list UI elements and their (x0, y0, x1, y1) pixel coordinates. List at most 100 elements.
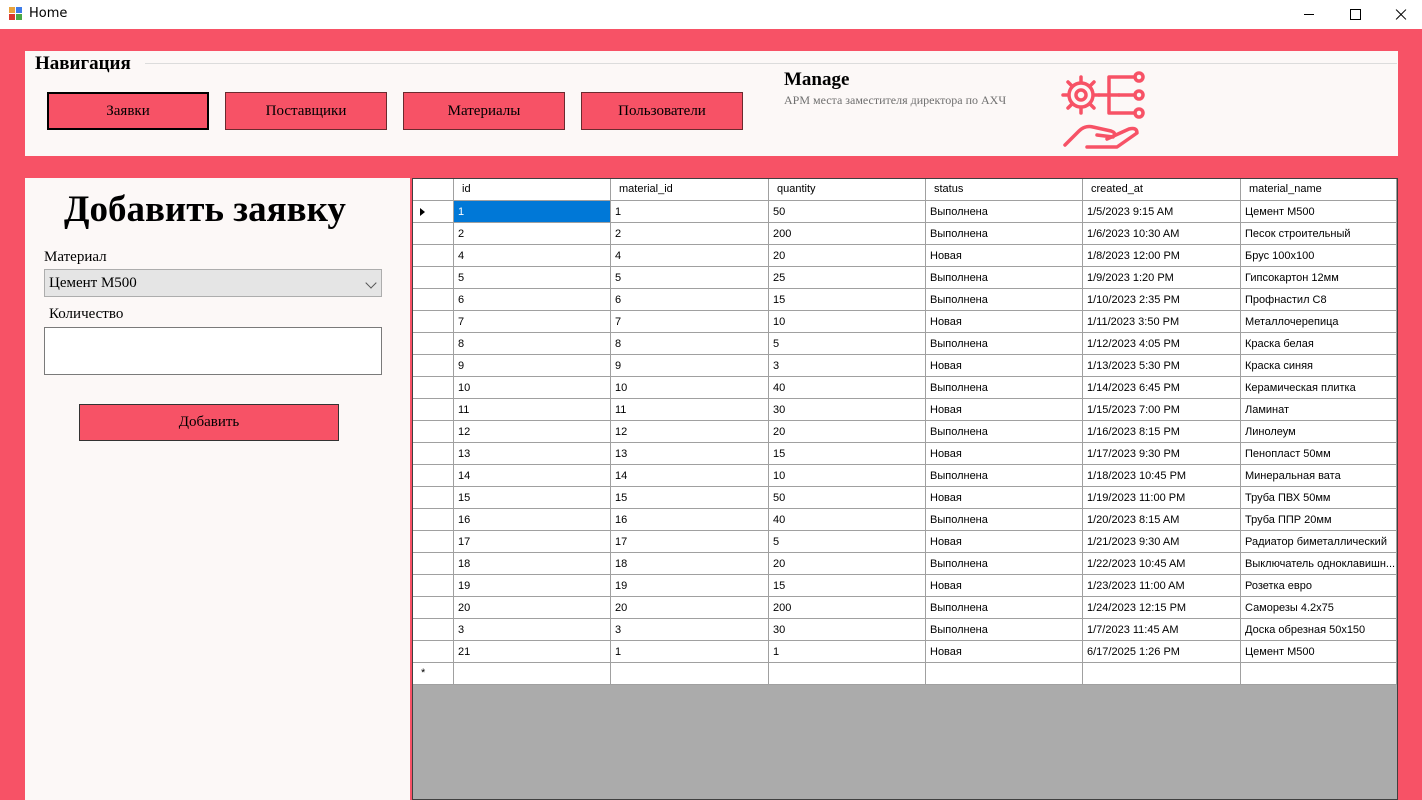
table-cell[interactable]: Минеральная вата (1241, 465, 1397, 487)
table-cell[interactable]: 3 (454, 619, 611, 641)
table-cell[interactable]: 4 (611, 245, 769, 267)
chevron-down-icon[interactable] (365, 277, 377, 289)
table-row[interactable]: 11 11 30 Новая 1/15/2023 7:00 PM Ламинат (413, 399, 1397, 421)
table-cell[interactable]: Доска обрезная 50х150 (1241, 619, 1397, 641)
table-cell[interactable]: Новая (926, 641, 1083, 663)
row-header[interactable] (413, 267, 454, 289)
requests-data-grid[interactable]: id material_id quantity status created_a… (412, 178, 1398, 800)
table-row[interactable]: 2 2 200 Выполнена 1/6/2023 10:30 AM Песок стр… (413, 223, 1397, 245)
table-cell[interactable]: Выполнена (926, 509, 1083, 531)
table-row[interactable]: 1 1 50 Выполнена 1/5/2023 9:15 AM Цемент М500 (413, 201, 1397, 223)
table-cell[interactable]: 12 (454, 421, 611, 443)
table-cell[interactable]: 10 (454, 377, 611, 399)
table-cell[interactable]: 5 (769, 333, 926, 355)
table-row[interactable]: 20 20 200 Выполнена 1/24/2023 12:15 PM Саморе… (413, 597, 1397, 619)
table-cell[interactable]: 14 (454, 465, 611, 487)
nav-button-materials[interactable]: Материалы (403, 92, 565, 130)
table-cell[interactable]: 200 (769, 597, 926, 619)
table-cell[interactable]: Выполнена (926, 223, 1083, 245)
table-cell[interactable]: 15 (611, 487, 769, 509)
table-cell[interactable]: 1 (769, 641, 926, 663)
table-cell[interactable]: 40 (769, 509, 926, 531)
table-row[interactable]: 4 4 20 Новая 1/8/2023 12:00 PM Брус 100х100 (413, 245, 1397, 267)
table-cell[interactable]: Новая (926, 443, 1083, 465)
table-cell[interactable]: Новая (926, 355, 1083, 377)
table-cell[interactable]: 7 (611, 311, 769, 333)
table-cell[interactable]: 4 (454, 245, 611, 267)
table-cell[interactable]: 11 (611, 399, 769, 421)
table-cell[interactable]: 2 (611, 223, 769, 245)
table-cell[interactable] (611, 663, 769, 685)
row-header[interactable] (413, 333, 454, 355)
table-cell[interactable] (1083, 663, 1241, 685)
table-cell[interactable]: 1/16/2023 8:15 PM (1083, 421, 1241, 443)
table-row[interactable]: 14 14 10 Выполнена 1/18/2023 10:45 PM Минерал… (413, 465, 1397, 487)
table-cell[interactable]: 15 (454, 487, 611, 509)
table-cell[interactable]: 14 (611, 465, 769, 487)
table-cell[interactable]: 15 (769, 575, 926, 597)
table-cell[interactable]: 9 (611, 355, 769, 377)
table-cell[interactable]: 17 (611, 531, 769, 553)
table-cell[interactable]: Новая (926, 245, 1083, 267)
row-header[interactable] (413, 597, 454, 619)
table-cell[interactable]: Гипсокартон 12мм (1241, 267, 1397, 289)
table-cell[interactable]: 1/9/2023 1:20 PM (1083, 267, 1241, 289)
table-cell[interactable]: 1/5/2023 9:15 AM (1083, 201, 1241, 223)
row-header[interactable] (413, 641, 454, 663)
table-cell[interactable] (926, 663, 1083, 685)
table-row[interactable]: 8 8 5 Выполнена 1/12/2023 4:05 PM Краска бела… (413, 333, 1397, 355)
table-cell[interactable]: 1/7/2023 11:45 AM (1083, 619, 1241, 641)
table-cell[interactable]: Труба ППР 20мм (1241, 509, 1397, 531)
table-row[interactable]: 18 18 20 Выполнена 1/22/2023 10:45 AM Выключа… (413, 553, 1397, 575)
table-cell[interactable]: Саморезы 4.2х75 (1241, 597, 1397, 619)
table-row[interactable]: 12 12 20 Выполнена 1/16/2023 8:15 PM Линолеум (413, 421, 1397, 443)
table-cell[interactable]: 1/14/2023 6:45 PM (1083, 377, 1241, 399)
table-cell[interactable]: 17 (454, 531, 611, 553)
table-cell[interactable]: Цемент М500 (1241, 201, 1397, 223)
table-cell[interactable]: 8 (454, 333, 611, 355)
table-cell[interactable]: 1/22/2023 10:45 AM (1083, 553, 1241, 575)
table-cell[interactable]: 8 (611, 333, 769, 355)
column-header-status[interactable]: status (926, 179, 1083, 201)
table-cell[interactable] (454, 663, 611, 685)
maximize-button[interactable] (1332, 0, 1378, 29)
table-cell[interactable]: 18 (611, 553, 769, 575)
table-cell[interactable]: Радиатор биметаллический (1241, 531, 1397, 553)
table-cell[interactable]: Труба ПВХ 50мм (1241, 487, 1397, 509)
table-cell[interactable]: 20 (769, 421, 926, 443)
table-cell[interactable]: Краска синяя (1241, 355, 1397, 377)
row-header[interactable] (413, 575, 454, 597)
table-cell[interactable]: Керамическая плитка (1241, 377, 1397, 399)
minimize-button[interactable] (1286, 0, 1332, 29)
table-cell[interactable]: Новая (926, 311, 1083, 333)
table-cell[interactable]: 6 (611, 289, 769, 311)
table-cell[interactable]: 20 (769, 245, 926, 267)
table-row[interactable]: 16 16 40 Выполнена 1/20/2023 8:15 AM Труба ПП… (413, 509, 1397, 531)
table-row[interactable]: 15 15 50 Новая 1/19/2023 11:00 PM Труба ПВХ 5… (413, 487, 1397, 509)
table-cell[interactable]: 50 (769, 201, 926, 223)
add-button[interactable]: Добавить (79, 404, 339, 441)
table-cell[interactable]: Выполнена (926, 421, 1083, 443)
table-cell[interactable]: 200 (769, 223, 926, 245)
table-cell[interactable]: 1/13/2023 5:30 PM (1083, 355, 1241, 377)
table-cell[interactable]: Выполнена (926, 267, 1083, 289)
table-cell[interactable]: Новая (926, 575, 1083, 597)
table-cell[interactable]: 19 (454, 575, 611, 597)
row-header[interactable] (413, 377, 454, 399)
table-cell[interactable] (769, 663, 926, 685)
table-cell[interactable]: 1/18/2023 10:45 PM (1083, 465, 1241, 487)
table-row[interactable]: 17 17 5 Новая 1/21/2023 9:30 AM Радиатор биме… (413, 531, 1397, 553)
table-cell[interactable]: Выполнена (926, 553, 1083, 575)
table-cell[interactable]: 10 (769, 311, 926, 333)
nav-button-requests[interactable]: Заявки (47, 92, 209, 130)
table-cell[interactable]: Выполнена (926, 333, 1083, 355)
table-cell[interactable]: 18 (454, 553, 611, 575)
row-header[interactable] (413, 443, 454, 465)
table-cell[interactable]: 1/8/2023 12:00 PM (1083, 245, 1241, 267)
table-cell[interactable]: 50 (769, 487, 926, 509)
table-cell[interactable]: 7 (454, 311, 611, 333)
table-cell[interactable]: Новая (926, 399, 1083, 421)
table-cell[interactable]: 11 (454, 399, 611, 421)
row-header[interactable] (413, 509, 454, 531)
table-cell[interactable]: 10 (611, 377, 769, 399)
